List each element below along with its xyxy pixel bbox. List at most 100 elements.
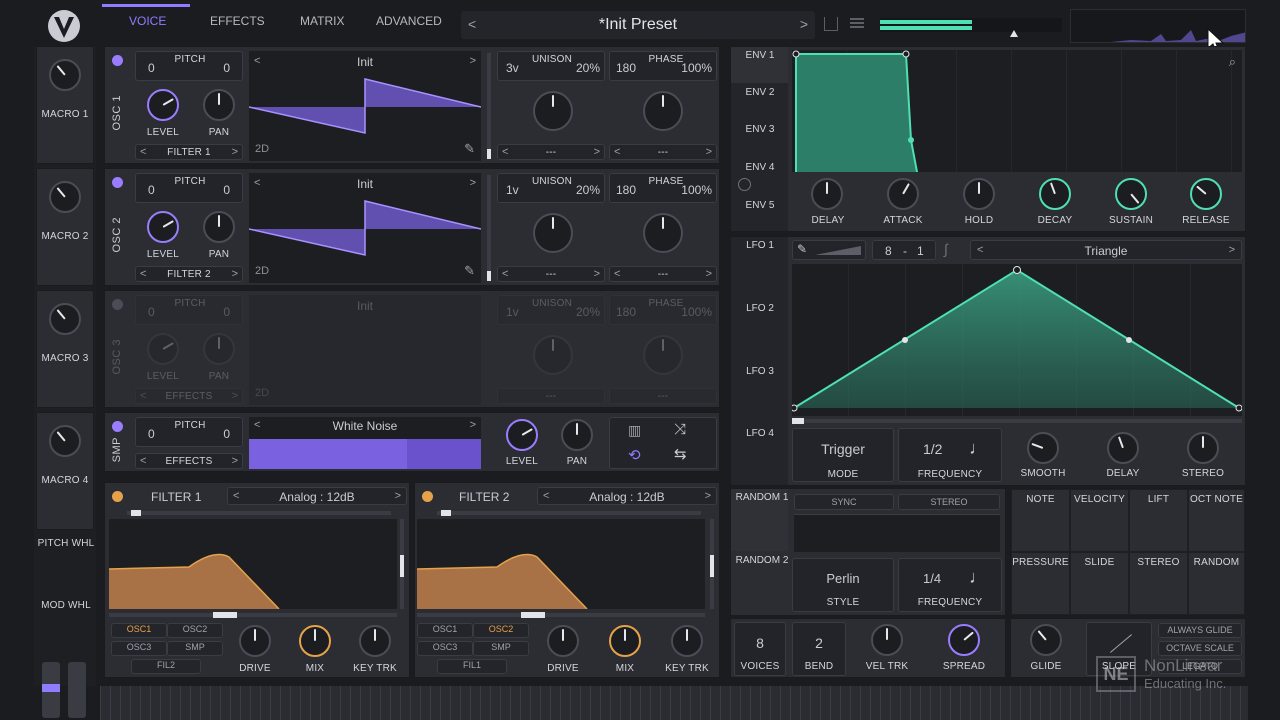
osc-2-wavetable[interactable]: < Init > 2D ✎ <box>249 173 481 283</box>
mod-source-slide[interactable]: SLIDE <box>1071 553 1128 614</box>
filter-2-power-toggle[interactable] <box>422 491 433 502</box>
env-attack-knob[interactable] <box>887 178 919 210</box>
macro-3-knob[interactable] <box>49 303 81 335</box>
env-tab-5[interactable]: ENV 5 <box>733 200 787 211</box>
osc-3-unison-detune[interactable]: 20% <box>576 305 600 319</box>
lfo-paint-tool[interactable]: ✎ <box>792 240 866 260</box>
random-sync-button[interactable]: SYNC <box>794 494 894 510</box>
env-release-knob[interactable] <box>1190 178 1222 210</box>
tab-matrix[interactable]: MATRIX <box>300 14 344 28</box>
osc-1-pitch-octave[interactable]: 0 <box>148 61 155 75</box>
osc-1-pitch[interactable]: 0 PITCH 0 <box>135 51 243 81</box>
loop-icon[interactable]: ⟲ <box>628 446 641 464</box>
osc-1-distortion[interactable]: < --- > <box>609 144 717 160</box>
lfo-grid-x[interactable]: 8 <box>885 244 892 258</box>
lfo-frequency[interactable]: 1/2 ♩ FREQUENCY <box>898 428 1002 482</box>
osc-1-phase-random[interactable]: 100% <box>681 61 712 75</box>
osc-1-pitch-semitone[interactable]: 0 <box>223 61 230 75</box>
filter-2-type-selector[interactable]: < Analog : 12dB > <box>537 487 717 505</box>
osc-1-destination[interactable]: < FILTER 1 > <box>135 144 243 160</box>
osc-3-dest-next-icon[interactable]: > <box>232 390 238 402</box>
osc-1-unison-voices[interactable]: 3v <box>506 61 519 75</box>
filter-1-type-selector[interactable]: < Analog : 12dB > <box>227 487 407 505</box>
preset-next-icon[interactable]: > <box>800 16 808 32</box>
osc-3-level-knob[interactable] <box>147 333 179 365</box>
filter-1-blend-slider[interactable] <box>127 510 391 516</box>
macro-2-knob[interactable] <box>49 181 81 213</box>
lfo-tab-1[interactable]: LFO 1 <box>733 240 787 251</box>
mod-source-oct-note[interactable]: OCT NOTE <box>1189 490 1244 551</box>
env-tab-1[interactable]: ENV 1 <box>733 50 787 61</box>
mod-wheel[interactable] <box>68 662 86 718</box>
filter-2-blend-slider[interactable] <box>437 510 701 516</box>
osc-2-detune-knob[interactable] <box>533 213 573 253</box>
lfo-smooth-curve-icon[interactable]: ∫ <box>944 241 948 257</box>
osc-3-pitch-semitone[interactable]: 0 <box>223 305 230 319</box>
random-frequency[interactable]: 1/4 ♩ FREQUENCY <box>898 558 1002 612</box>
voices-control[interactable]: 8 VOICES <box>734 622 786 676</box>
filter-1-src-osc1[interactable]: OSC1 <box>111 623 167 638</box>
lfo-tab-3[interactable]: LFO 3 <box>733 366 787 377</box>
macro-4-knob[interactable] <box>49 425 81 457</box>
sampler-level-knob[interactable] <box>506 419 538 451</box>
filter-2-src-osc2[interactable]: OSC2 <box>473 623 529 638</box>
osc-2-pan-knob[interactable] <box>203 211 235 243</box>
osc-3-pitch[interactable]: 0 PITCH 0 <box>135 295 243 325</box>
filter-2-keytrack-knob[interactable] <box>671 625 703 657</box>
save-icon[interactable] <box>824 17 838 31</box>
osc-2-unison-voices[interactable]: 1v <box>506 183 519 197</box>
env-1-graph[interactable]: ⌕ <box>792 50 1242 172</box>
lfo-tab-4[interactable]: LFO 4 <box>733 428 787 439</box>
filter-1-src-smp[interactable]: SMP <box>167 641 223 656</box>
env-tab-3[interactable]: ENV 3 <box>733 124 787 135</box>
env-delay-knob[interactable] <box>811 178 843 210</box>
osc-2-level-knob[interactable] <box>147 211 179 243</box>
bend-control[interactable]: 2 BEND <box>792 622 846 676</box>
osc-2-dimension[interactable]: 2D <box>255 265 269 277</box>
filter-1-src-osc3[interactable]: OSC3 <box>111 641 167 656</box>
sampler-dest-next-icon[interactable]: > <box>232 455 238 467</box>
random-style[interactable]: Perlin STYLE <box>792 558 894 612</box>
osc-3-pitch-octave[interactable]: 0 <box>148 305 155 319</box>
osc-3-wavetable[interactable]: Init 2D <box>249 295 481 405</box>
filter-2-cutoff-slider[interactable] <box>417 612 705 618</box>
filter-2-drive-knob[interactable] <box>547 625 579 657</box>
filter-1-src-fil2[interactable]: FIL2 <box>131 659 201 674</box>
osc-2-distortion-next-icon[interactable]: > <box>706 268 712 280</box>
osc-1-phase-knob[interactable] <box>643 91 683 131</box>
sampler-pitch-semitone[interactable]: 0 <box>223 427 230 441</box>
osc-1-frame-slider[interactable] <box>487 53 491 159</box>
macro-1-knob[interactable] <box>49 59 81 91</box>
lfo-shape-next-icon[interactable]: > <box>1229 244 1235 256</box>
mod-source-velocity[interactable]: VELOCITY <box>1071 490 1128 551</box>
mod-source-stereo[interactable]: STEREO <box>1130 553 1187 614</box>
lfo-paint-brush-icon[interactable]: ✎ <box>797 242 807 256</box>
random-tab-2[interactable]: RANDOM 2 <box>733 555 791 566</box>
filter-2-src-osc3[interactable]: OSC3 <box>417 641 473 656</box>
osc-1-power-toggle[interactable] <box>112 55 123 66</box>
spread-knob[interactable] <box>948 624 980 656</box>
osc-1-distortion-next-icon[interactable]: > <box>706 146 712 158</box>
env-tab-2[interactable]: ENV 2 <box>733 87 787 98</box>
osc-3-dimension[interactable]: 2D <box>255 387 269 399</box>
filter-2-response-graph[interactable] <box>417 519 705 609</box>
osc-2-spectral-morph[interactable]: < --- > <box>497 266 605 282</box>
osc-1-level-knob[interactable] <box>147 89 179 121</box>
sampler-pitch-octave[interactable]: 0 <box>148 427 155 441</box>
vital-logo[interactable] <box>46 8 82 44</box>
lfo-tab-2[interactable]: LFO 2 <box>733 303 787 314</box>
lfo-shape-selector[interactable]: < Triangle > <box>970 240 1242 260</box>
osc-2-destination[interactable]: < FILTER 2 > <box>135 266 243 282</box>
osc-2-frame-slider[interactable] <box>487 175 491 281</box>
filter-1-drive-knob[interactable] <box>239 625 271 657</box>
lfo-frequency-value[interactable]: 1/2 <box>923 441 942 457</box>
filter-1-power-toggle[interactable] <box>112 491 123 502</box>
osc-2-edit-icon[interactable]: ✎ <box>464 263 475 279</box>
osc-2-spectral-next-icon[interactable]: > <box>594 268 600 280</box>
osc-3-phase-random[interactable]: 100% <box>681 305 712 319</box>
sampler-pan-knob[interactable] <box>561 419 593 451</box>
env-decay-knob[interactable] <box>1039 178 1071 210</box>
bounce-arrows-icon[interactable]: ⇆ <box>674 445 687 463</box>
random-start-shuffle-icon[interactable]: ⤨ <box>674 421 686 438</box>
voices-value[interactable]: 8 <box>735 635 785 651</box>
